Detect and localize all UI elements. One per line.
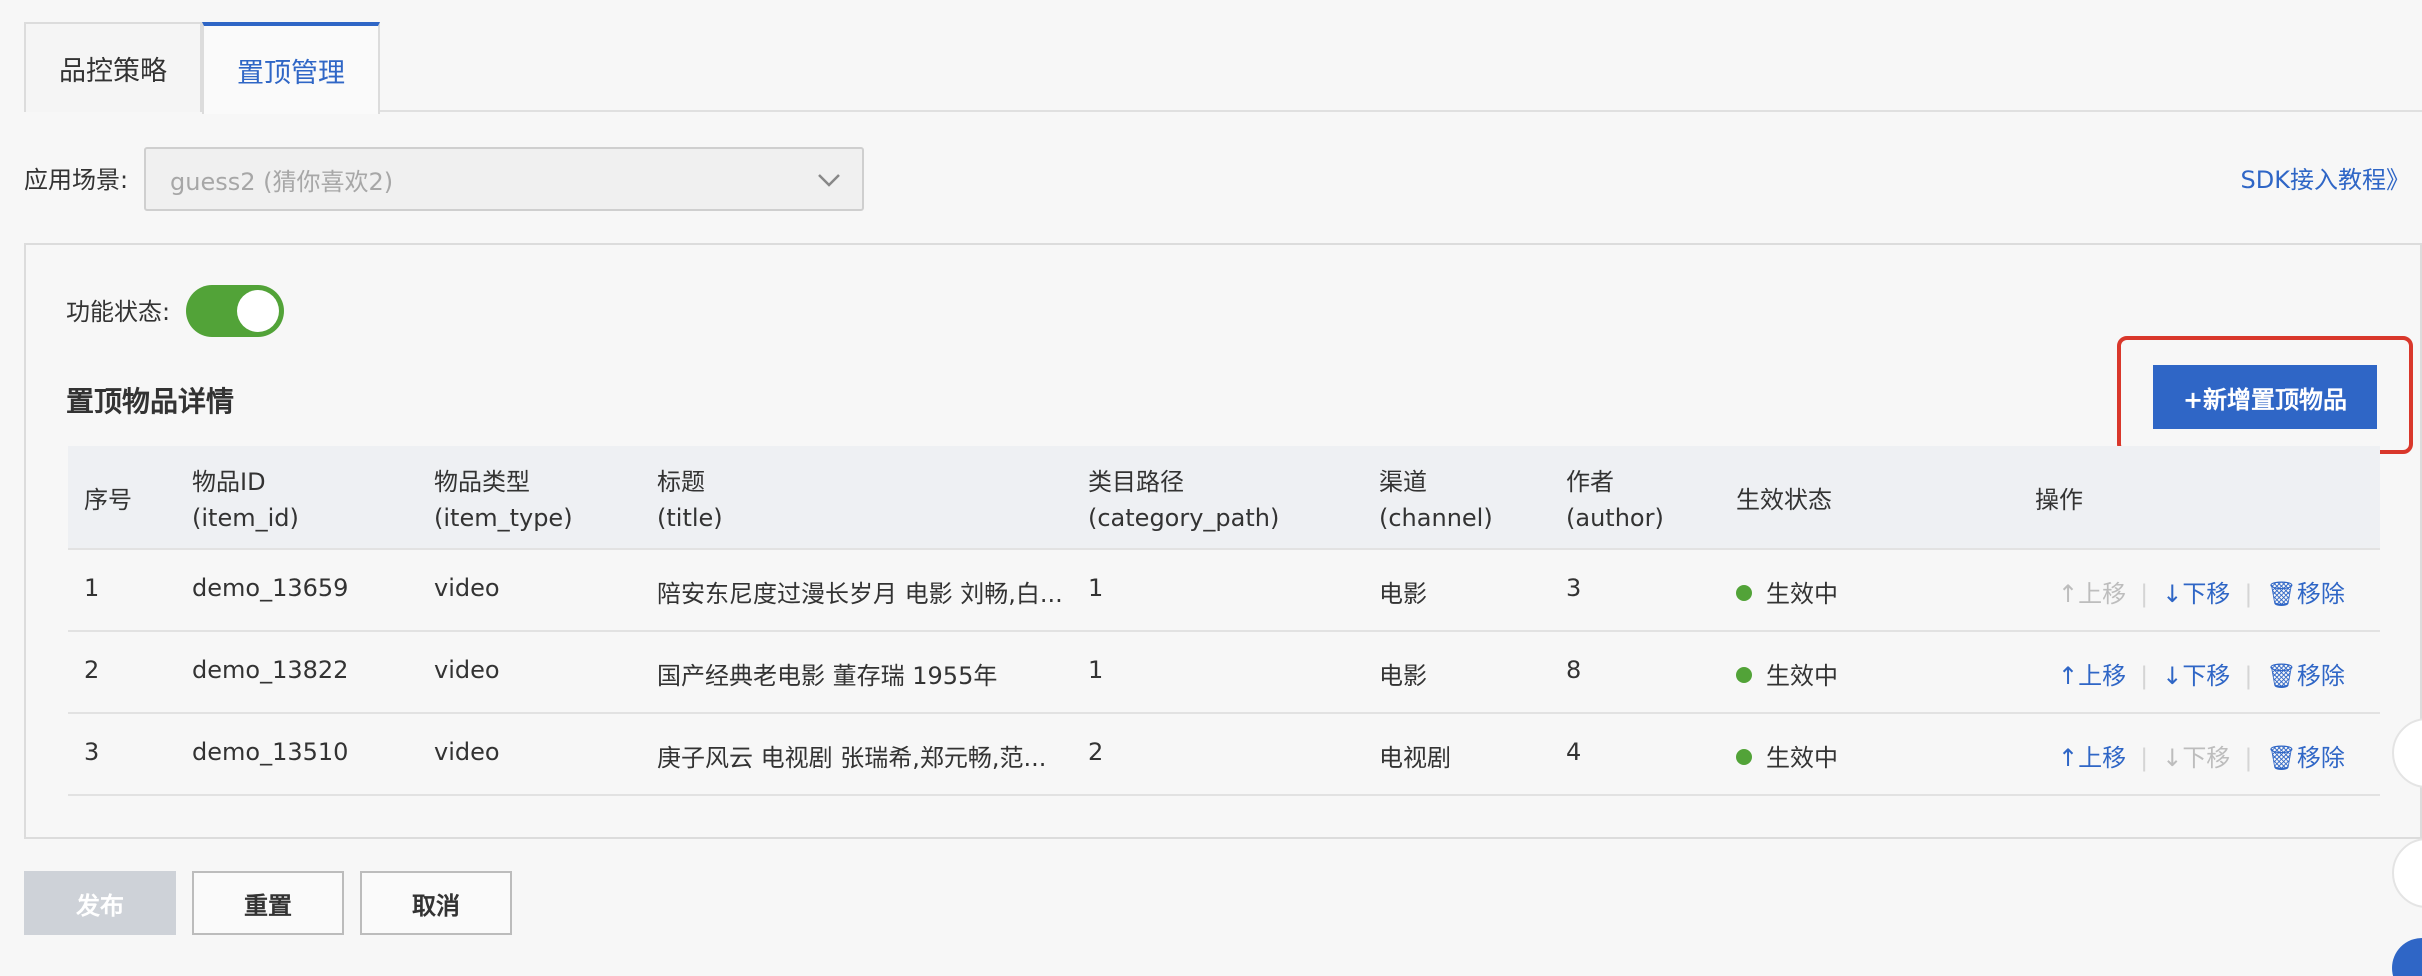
trash-icon: 🗑 <box>2266 580 2297 608</box>
header-index: 序号 <box>84 486 132 514</box>
move-down-button[interactable]: ↓下移 <box>2162 662 2230 690</box>
cell-author: 8 <box>1566 656 1582 684</box>
tab-bar: 品控策略 置顶管理 <box>24 22 2422 114</box>
header-item-type: 物品类型 (item_type) <box>434 468 573 532</box>
status-dot-icon <box>1736 585 1752 601</box>
table-row: 2 demo_13822 video 国产经典老电影 董存瑞 1955年 1 电… <box>68 632 2380 714</box>
cell-channel: 电影 <box>1379 662 1427 690</box>
cell-title: 陪安东尼度过漫长岁月 电影 刘畅,白... <box>657 580 1063 608</box>
cell-item-type: video <box>434 574 500 602</box>
scene-select-value: guess2 (猜你喜欢2) <box>170 167 394 196</box>
cell-item-id: demo_13510 <box>192 738 349 766</box>
cancel-button[interactable]: 取消 <box>360 871 512 935</box>
status-dot-icon <box>1736 749 1752 765</box>
header-channel: 渠道 (channel) <box>1379 468 1493 532</box>
arrow-up-icon: ↑ <box>2058 744 2079 772</box>
trash-icon: 🗑 <box>2266 744 2297 772</box>
cell-channel: 电视剧 <box>1379 744 1451 772</box>
table-row: 3 demo_13510 video 庚子风云 电视剧 张瑞希,郑元畅,范...… <box>68 714 2380 796</box>
cell-item-id: demo_13822 <box>192 656 349 684</box>
cell-category-path: 1 <box>1088 574 1104 602</box>
arrow-up-icon: ↑ <box>2058 662 2079 690</box>
floating-help-button[interactable] <box>2392 938 2422 976</box>
header-category-path: 类目路径 (category_path) <box>1088 468 1280 532</box>
cell-index: 1 <box>84 574 100 602</box>
page: 品控策略 置顶管理 应用场景: guess2 (猜你喜欢2) SDK接入教程》 … <box>0 0 2422 976</box>
chevron-down-icon <box>818 174 840 187</box>
pin-panel: 功能状态: 置顶物品详情 +新增置顶物品 序号 物品ID (item_id) 物品… <box>24 243 2422 839</box>
arrow-down-icon: ↓ <box>2162 580 2183 608</box>
cell-status: 生效中 <box>1736 574 1838 609</box>
toggle-knob <box>237 290 279 332</box>
scene-select[interactable]: guess2 (猜你喜欢2) <box>144 147 864 211</box>
header-item-id: 物品ID (item_id) <box>192 468 299 532</box>
reset-button[interactable]: 重置 <box>192 871 344 935</box>
arrow-up-icon: ↑ <box>2058 580 2079 608</box>
remove-button[interactable]: 🗑移除 <box>2266 580 2344 608</box>
cell-index: 2 <box>84 656 100 684</box>
scene-label: 应用场景: <box>24 166 129 194</box>
cell-channel: 电影 <box>1379 580 1427 608</box>
table-header: 序号 物品ID (item_id) 物品类型 (item_type) 标题 (titl… <box>68 446 2380 550</box>
cell-status: 生效中 <box>1736 656 1838 691</box>
row-actions: ↑上移 | ↓下移 | 🗑移除 <box>2058 744 2345 772</box>
status-dot-icon <box>1736 667 1752 683</box>
header-actions: 操作 <box>2035 486 2083 514</box>
floating-widget[interactable] <box>2392 838 2422 908</box>
remove-button[interactable]: 🗑移除 <box>2266 662 2344 690</box>
cell-item-id: demo_13659 <box>192 574 349 602</box>
tab-quality-strategy[interactable]: 品控策略 <box>24 22 202 112</box>
cell-title: 庚子风云 电视剧 张瑞希,郑元畅,范... <box>657 744 1047 772</box>
cell-title: 国产经典老电影 董存瑞 1955年 <box>657 662 998 690</box>
move-down-button[interactable]: ↓下移 <box>2162 744 2230 772</box>
add-pinned-item-button[interactable]: +新增置顶物品 <box>2153 365 2377 429</box>
move-up-button[interactable]: ↑上移 <box>2058 662 2126 690</box>
feature-status-label: 功能状态: <box>66 298 171 326</box>
cell-author: 4 <box>1566 738 1582 766</box>
trash-icon: 🗑 <box>2266 662 2297 690</box>
cell-index: 3 <box>84 738 100 766</box>
section-title: 置顶物品详情 <box>66 385 235 418</box>
move-up-button[interactable]: ↑上移 <box>2058 580 2126 608</box>
feature-status-toggle[interactable] <box>186 285 284 337</box>
arrow-down-icon: ↓ <box>2162 662 2183 690</box>
header-title: 标题 (title) <box>657 468 723 532</box>
cell-author: 3 <box>1566 574 1582 602</box>
table-row: 1 demo_13659 video 陪安东尼度过漫长岁月 电影 刘畅,白...… <box>68 550 2380 632</box>
move-up-button[interactable]: ↑上移 <box>2058 744 2126 772</box>
header-author: 作者 (author) <box>1566 468 1664 532</box>
arrow-down-icon: ↓ <box>2162 744 2183 772</box>
row-actions: ↑上移 | ↓下移 | 🗑移除 <box>2058 580 2345 608</box>
header-status: 生效状态 <box>1736 486 1832 514</box>
cell-category-path: 1 <box>1088 656 1104 684</box>
sdk-tutorial-link[interactable]: SDK接入教程》 <box>2241 160 2410 195</box>
cell-category-path: 2 <box>1088 738 1104 766</box>
cell-item-type: video <box>434 656 500 684</box>
cell-item-type: video <box>434 738 500 766</box>
tab-pin-management[interactable]: 置顶管理 <box>202 22 380 114</box>
pinned-items-table: 序号 物品ID (item_id) 物品类型 (item_type) 标题 (titl… <box>68 446 2380 796</box>
remove-button[interactable]: 🗑移除 <box>2266 744 2344 772</box>
publish-button[interactable]: 发布 <box>24 871 176 935</box>
row-actions: ↑上移 | ↓下移 | 🗑移除 <box>2058 662 2345 690</box>
cell-status: 生效中 <box>1736 738 1838 773</box>
move-down-button[interactable]: ↓下移 <box>2162 580 2230 608</box>
